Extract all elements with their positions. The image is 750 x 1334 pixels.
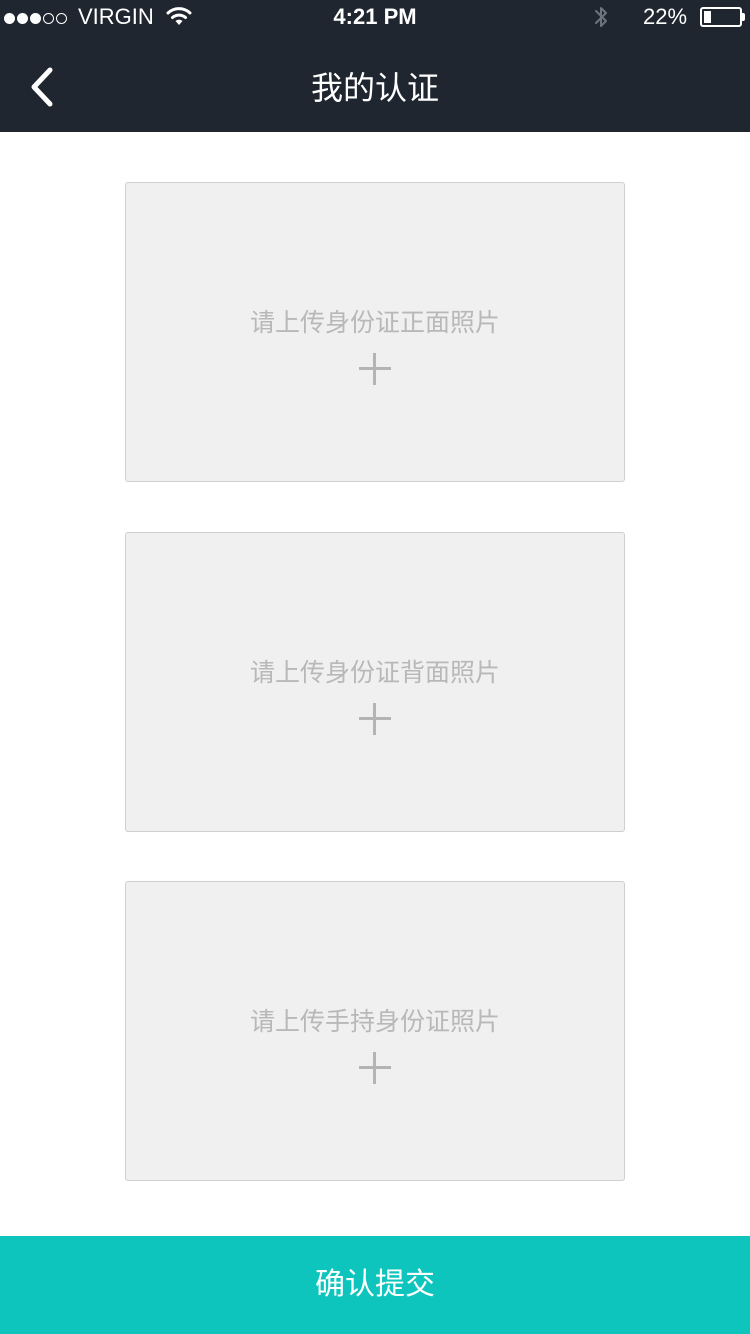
battery-level (704, 11, 711, 23)
upload-id-back-button[interactable]: 请上传身份证背面照片 (125, 532, 625, 832)
plus-icon (359, 703, 391, 735)
upload-id-handheld-button[interactable]: 请上传手持身份证照片 (125, 881, 625, 1181)
plus-icon (359, 1052, 391, 1084)
plus-icon (359, 353, 391, 385)
status-time: 4:21 PM (333, 4, 417, 29)
upload-id-handheld-label: 请上传手持身份证照片 (249, 1007, 500, 1036)
status-bar: VIRGIN 4:21 PM 22% (0, 0, 750, 36)
upload-id-back-label: 请上传身份证背面照片 (249, 658, 500, 687)
battery-tip (742, 13, 745, 21)
upload-id-front-button[interactable]: 请上传身份证正面照片 (125, 182, 625, 482)
back-button[interactable] (20, 62, 64, 114)
chevron-left-icon (31, 67, 53, 107)
submit-button[interactable]: 确认提交 (0, 1236, 750, 1334)
upload-id-front-label: 请上传身份证正面照片 (249, 308, 500, 337)
page-title: 我的认证 (310, 69, 439, 107)
bluetooth-icon (595, 7, 607, 27)
battery-icon (700, 7, 742, 27)
battery-percentage: 22% (643, 4, 688, 29)
app-header: VIRGIN 4:21 PM 22% 我的认证 (0, 0, 750, 132)
